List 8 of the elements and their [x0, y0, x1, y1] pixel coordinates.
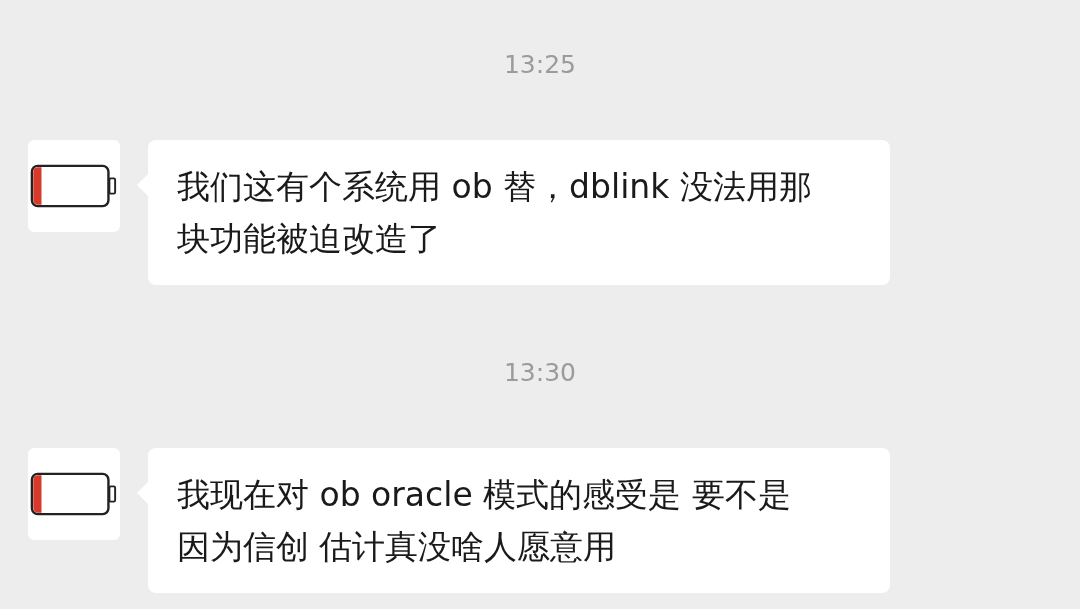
battery-icon: [30, 471, 118, 517]
message-text: 我们这有个系统用 ob 替，dblink 没法用那块功能被迫改造了: [177, 166, 813, 260]
message-text: 我现在对 ob oracle 模式的感受是 要不是因为信创 估计真没啥人愿意用: [177, 474, 792, 568]
avatar[interactable]: [28, 448, 120, 540]
timestamp: 13:25: [502, 50, 577, 80]
avatar[interactable]: [28, 140, 120, 232]
battery-icon: [30, 163, 118, 209]
timestamp: 13:30: [502, 358, 577, 388]
